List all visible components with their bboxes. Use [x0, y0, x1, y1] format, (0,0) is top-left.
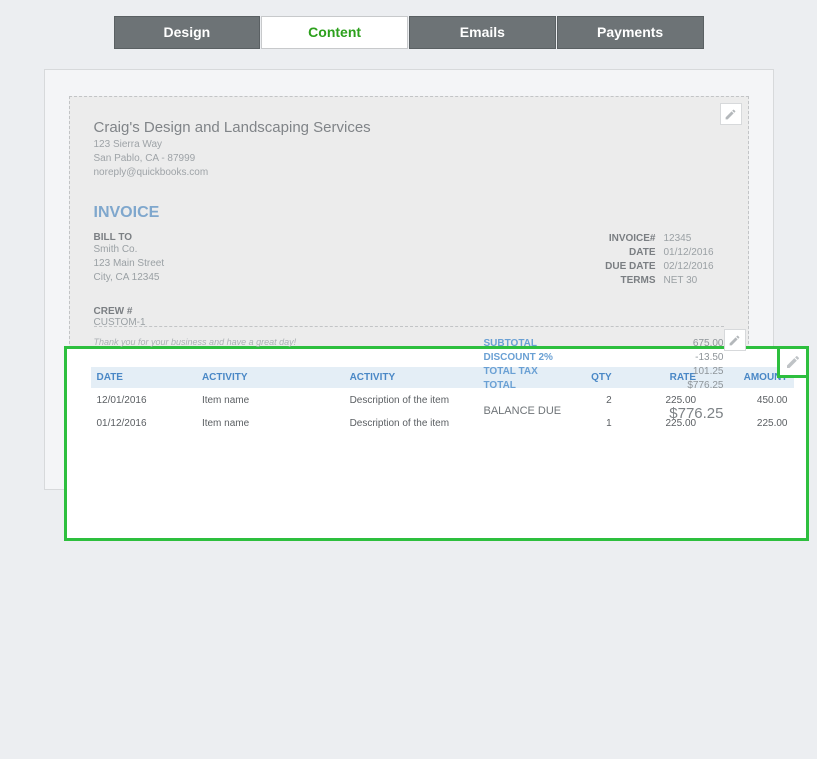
footer-block: Thank you for your business and have a g… — [94, 326, 724, 422]
meta-invoiceno-value: 12345 — [664, 232, 724, 246]
discount-label: DISCOUNT 2% — [484, 351, 553, 365]
tab-design[interactable]: Design — [114, 16, 261, 49]
total-label: TOTAL — [484, 379, 516, 393]
discount-value: -13.50 — [695, 351, 723, 365]
preview-stage: Craig's Design and Landscaping Services … — [44, 69, 774, 490]
bill-to-label: BILL TO — [94, 232, 165, 243]
meta-terms-value: NET 30 — [664, 274, 724, 288]
invoice-title: INVOICE — [94, 204, 724, 222]
tab-payments[interactable]: Payments — [557, 16, 704, 49]
subtotal-label: SUBTOTAL — [484, 337, 538, 351]
meta-date-label: DATE — [594, 246, 664, 260]
total-value: $776.25 — [687, 379, 723, 393]
pencil-icon — [724, 108, 737, 121]
pencil-icon — [728, 334, 741, 347]
meta-invoiceno-label: INVOICE# — [594, 232, 664, 246]
edit-header-button[interactable] — [720, 103, 742, 125]
edit-items-button[interactable] — [777, 346, 809, 378]
meta-due-value: 02/12/2016 — [664, 260, 724, 274]
thank-you-text: Thank you for your business and have a g… — [94, 337, 297, 422]
tax-value: 101.25 — [693, 365, 724, 379]
balance-label: BALANCE DUE — [484, 405, 562, 422]
tab-emails[interactable]: Emails — [409, 16, 556, 49]
bill-to-name: Smith Co. — [94, 243, 165, 257]
company-name: Craig's Design and Landscaping Services — [94, 119, 724, 136]
meta-due-label: DUE DATE — [594, 260, 664, 274]
tax-label: TOTAL TAX — [484, 365, 538, 379]
crew-label: CREW # — [94, 306, 724, 317]
pencil-icon — [785, 354, 801, 370]
balance-value: $776.25 — [669, 405, 723, 422]
company-addr2: San Pablo, CA - 87999 — [94, 152, 724, 166]
meta-date-value: 01/12/2016 — [664, 246, 724, 260]
totals-block: SUBTOTAL 675.00 DISCOUNT 2% -13.50 TOTAL T… — [484, 337, 724, 422]
bill-to-addr2: City, CA 12345 — [94, 271, 165, 285]
invoice-meta: INVOICE#12345 DATE01/12/2016 DUE DATE02/… — [594, 232, 724, 288]
edit-footer-button[interactable] — [724, 329, 746, 351]
company-email: noreply@quickbooks.com — [94, 166, 724, 180]
invoice-document: Craig's Design and Landscaping Services … — [69, 96, 749, 449]
bill-to-addr1: 123 Main Street — [94, 257, 165, 271]
meta-terms-label: TERMS — [594, 274, 664, 288]
crew-block: CREW # CUSTOM-1 — [94, 306, 724, 328]
bill-to-block: BILL TO Smith Co. 123 Main Street City, … — [94, 232, 165, 288]
tab-bar: Design Content Emails Payments — [114, 0, 704, 49]
subtotal-value: 675.00 — [693, 337, 724, 351]
tab-content[interactable]: Content — [261, 16, 408, 49]
company-addr1: 123 Sierra Way — [94, 138, 724, 152]
